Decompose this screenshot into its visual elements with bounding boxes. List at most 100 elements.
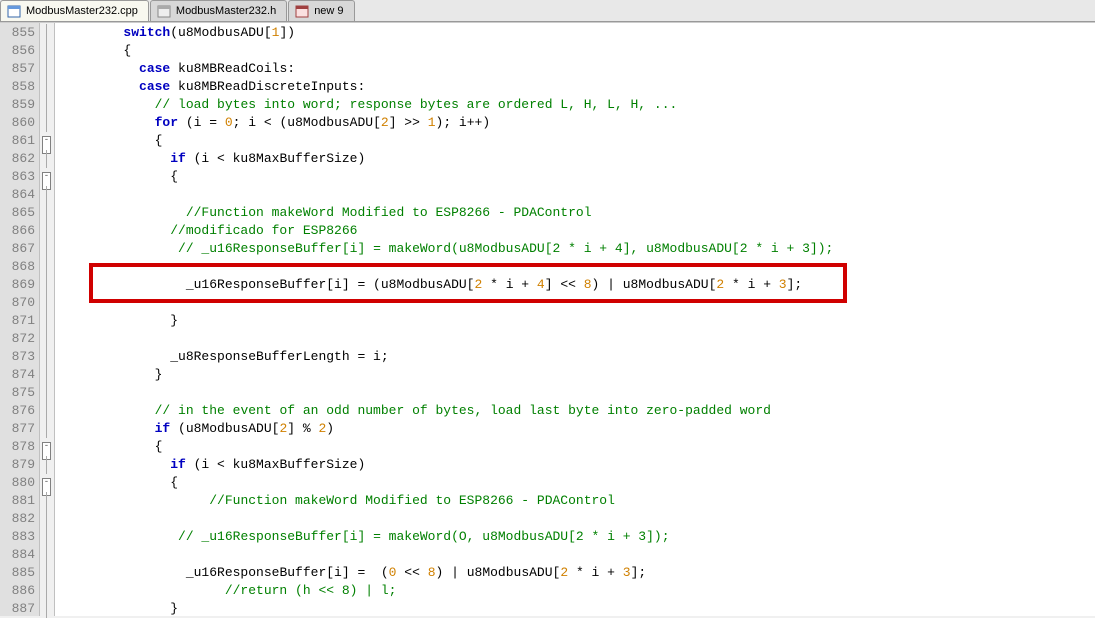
code-line: // in the event of an odd number of byte… bbox=[55, 402, 1095, 420]
cpp-file-icon bbox=[7, 4, 21, 18]
fold-cell bbox=[40, 564, 54, 582]
fold-cell bbox=[40, 258, 54, 276]
file-tab[interactable]: ModbusMaster232.h bbox=[150, 0, 287, 21]
code-line: { bbox=[55, 168, 1095, 186]
code-line: switch(u8ModbusADU[1]) bbox=[55, 24, 1095, 42]
code-line: //Function makeWord Modified to ESP8266 … bbox=[55, 204, 1095, 222]
fold-cell bbox=[40, 186, 54, 204]
fold-cell bbox=[40, 420, 54, 438]
code-line bbox=[55, 186, 1095, 204]
fold-cell bbox=[40, 42, 54, 60]
code-line: { bbox=[55, 438, 1095, 456]
line-number: 871 bbox=[0, 312, 39, 330]
fold-cell bbox=[40, 96, 54, 114]
fold-cell bbox=[40, 312, 54, 330]
fold-cell bbox=[40, 510, 54, 528]
fold-cell bbox=[40, 24, 54, 42]
code-area[interactable]: switch(u8ModbusADU[1]) { case ku8MBReadC… bbox=[55, 23, 1095, 616]
line-number: 875 bbox=[0, 384, 39, 402]
code-line: if (u8ModbusADU[2] % 2) bbox=[55, 420, 1095, 438]
code-line: { bbox=[55, 132, 1095, 150]
code-line: { bbox=[55, 42, 1095, 60]
fold-cell bbox=[40, 78, 54, 96]
line-number-gutter: 8558568578588598608618628638648658668678… bbox=[0, 23, 40, 616]
fold-cell bbox=[40, 222, 54, 240]
fold-cell bbox=[40, 348, 54, 366]
fold-cell bbox=[40, 402, 54, 420]
fold-cell bbox=[40, 114, 54, 132]
file-tab-label: new 9 bbox=[314, 5, 343, 17]
line-number: 884 bbox=[0, 546, 39, 564]
line-number: 872 bbox=[0, 330, 39, 348]
fold-cell: - bbox=[40, 132, 54, 150]
code-line: _u8ResponseBufferLength = i; bbox=[55, 348, 1095, 366]
code-line: //Function makeWord Modified to ESP8266 … bbox=[55, 492, 1095, 510]
fold-cell bbox=[40, 546, 54, 564]
line-number: 880 bbox=[0, 474, 39, 492]
code-line bbox=[55, 546, 1095, 564]
line-number: 883 bbox=[0, 528, 39, 546]
code-line: _u16ResponseBuffer[i] = (0 << 8) | u8Mod… bbox=[55, 564, 1095, 582]
code-line bbox=[55, 330, 1095, 348]
line-number: 886 bbox=[0, 582, 39, 600]
line-number: 867 bbox=[0, 240, 39, 258]
code-line bbox=[55, 510, 1095, 528]
file-tab[interactable]: new 9 bbox=[288, 0, 354, 21]
line-number: 857 bbox=[0, 60, 39, 78]
line-number: 869 bbox=[0, 276, 39, 294]
line-number: 859 bbox=[0, 96, 39, 114]
fold-cell: - bbox=[40, 474, 54, 492]
line-number: 865 bbox=[0, 204, 39, 222]
new-file-icon bbox=[295, 4, 309, 18]
line-number: 882 bbox=[0, 510, 39, 528]
fold-cell bbox=[40, 492, 54, 510]
code-line bbox=[55, 384, 1095, 402]
fold-cell bbox=[40, 366, 54, 384]
line-number: 881 bbox=[0, 492, 39, 510]
line-number: 860 bbox=[0, 114, 39, 132]
file-tab[interactable]: ModbusMaster232.cpp bbox=[0, 0, 149, 21]
code-line bbox=[55, 258, 1095, 276]
line-number: 879 bbox=[0, 456, 39, 474]
code-line: if (i < ku8MaxBufferSize) bbox=[55, 150, 1095, 168]
fold-cell bbox=[40, 204, 54, 222]
file-tab-label: ModbusMaster232.h bbox=[176, 5, 276, 17]
fold-cell bbox=[40, 456, 54, 474]
line-number: 870 bbox=[0, 294, 39, 312]
line-number: 877 bbox=[0, 420, 39, 438]
line-number: 873 bbox=[0, 348, 39, 366]
fold-cell bbox=[40, 528, 54, 546]
code-line: _u16ResponseBuffer[i] = (u8ModbusADU[2 *… bbox=[55, 276, 1095, 294]
fold-cell bbox=[40, 582, 54, 600]
line-number: 862 bbox=[0, 150, 39, 168]
fold-cell bbox=[40, 60, 54, 78]
line-number: 866 bbox=[0, 222, 39, 240]
code-line: } bbox=[55, 366, 1095, 384]
line-number: 858 bbox=[0, 78, 39, 96]
fold-cell bbox=[40, 600, 54, 618]
h-file-icon bbox=[157, 4, 171, 18]
code-line: if (i < ku8MaxBufferSize) bbox=[55, 456, 1095, 474]
code-line: //modificado for ESP8266 bbox=[55, 222, 1095, 240]
code-line: // _u16ResponseBuffer[i] = makeWord(u8Mo… bbox=[55, 240, 1095, 258]
tab-bar: ModbusMaster232.cpp ModbusMaster232.h new … bbox=[0, 0, 1095, 22]
fold-cell bbox=[40, 240, 54, 258]
code-line bbox=[55, 294, 1095, 312]
code-line: // _u16ResponseBuffer[i] = makeWord(O, u… bbox=[55, 528, 1095, 546]
line-number: 887 bbox=[0, 600, 39, 618]
code-editor: 8558568578588598608618628638648658668678… bbox=[0, 22, 1095, 616]
fold-cell bbox=[40, 150, 54, 168]
fold-cell bbox=[40, 384, 54, 402]
line-number: 863 bbox=[0, 168, 39, 186]
line-number: 864 bbox=[0, 186, 39, 204]
code-line: // load bytes into word; response bytes … bbox=[55, 96, 1095, 114]
fold-gutter: - - - - bbox=[40, 23, 55, 616]
code-line: { bbox=[55, 474, 1095, 492]
fold-cell: - bbox=[40, 438, 54, 456]
line-number: 868 bbox=[0, 258, 39, 276]
code-line: for (i = 0; i < (u8ModbusADU[2] >> 1); i… bbox=[55, 114, 1095, 132]
fold-cell: - bbox=[40, 168, 54, 186]
code-line: } bbox=[55, 600, 1095, 616]
code-line: //return (h << 8) | l; bbox=[55, 582, 1095, 600]
fold-cell bbox=[40, 276, 54, 294]
